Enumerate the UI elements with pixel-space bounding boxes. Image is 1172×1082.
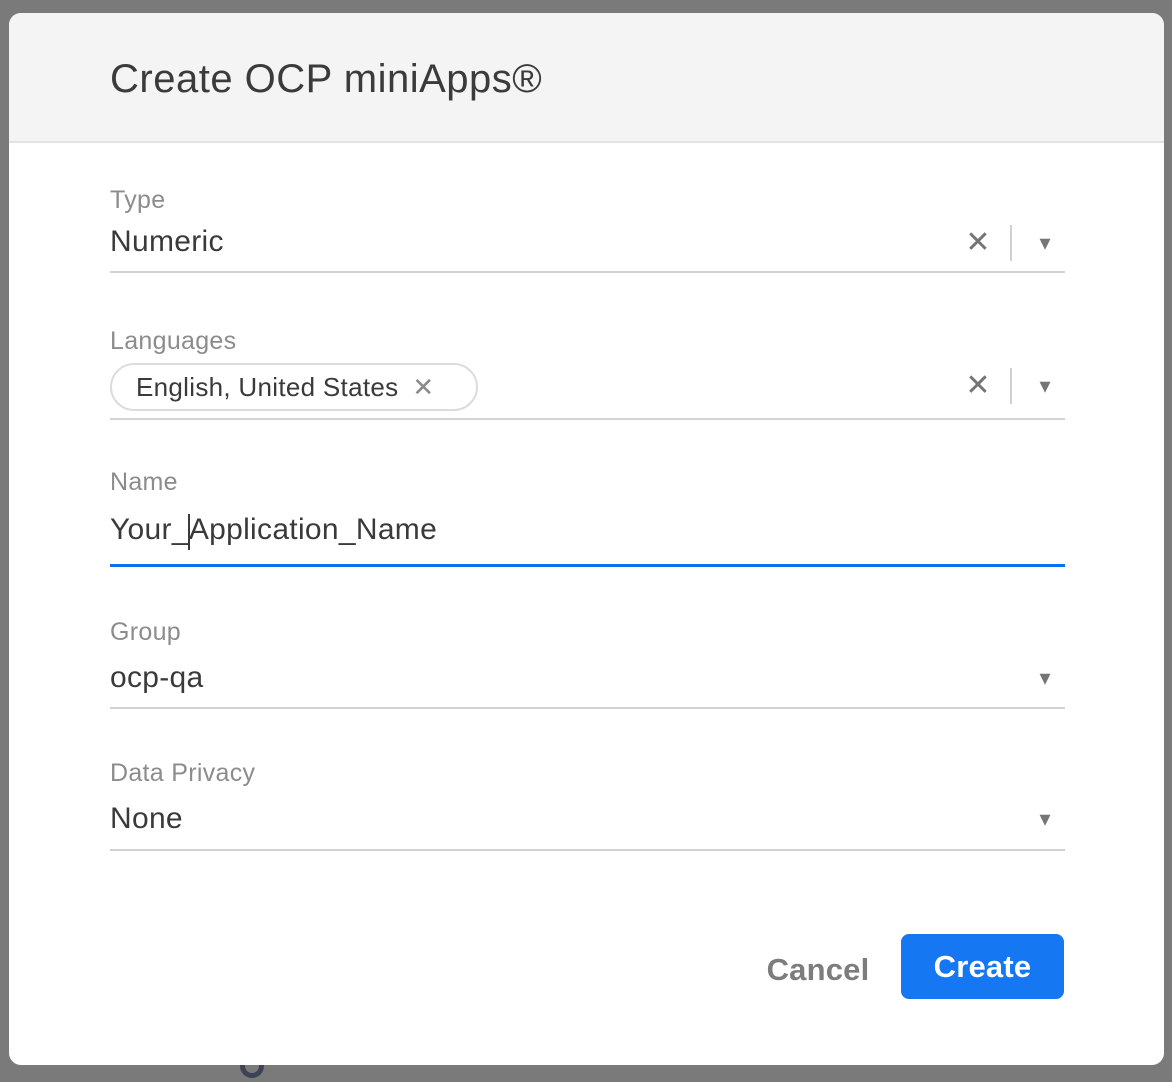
create-miniapp-dialog: Create OCP miniApps® Type Numeric ✕ ▾ La… xyxy=(9,13,1164,1065)
group-field-label: Group xyxy=(110,618,181,646)
languages-dropdown-arrow-icon[interactable]: ▾ xyxy=(1032,373,1058,399)
data-privacy-underline xyxy=(110,849,1065,851)
data-privacy-field-value[interactable]: None xyxy=(110,801,183,837)
data-privacy-dropdown-arrow-icon[interactable]: ▾ xyxy=(1032,806,1058,832)
language-chip-remove-icon[interactable]: ✕ xyxy=(412,374,434,400)
name-input-text-after-caret: Application_Name xyxy=(189,513,437,546)
language-chip-label: English, United States xyxy=(136,372,398,403)
type-field-value[interactable]: Numeric xyxy=(110,224,224,260)
data-privacy-field-label: Data Privacy xyxy=(110,759,255,787)
group-dropdown-arrow-icon[interactable]: ▾ xyxy=(1032,665,1058,691)
type-divider xyxy=(1010,225,1012,261)
languages-clear-icon[interactable]: ✕ xyxy=(964,372,992,400)
dialog-title: Create OCP miniApps® xyxy=(110,57,542,101)
name-input-text-before-caret: Your_ xyxy=(110,513,189,546)
language-chip[interactable]: English, United States ✕ xyxy=(110,363,478,411)
languages-divider xyxy=(1010,368,1012,404)
dialog-header: Create OCP miniApps® xyxy=(9,13,1164,143)
type-field-label: Type xyxy=(110,186,165,214)
create-button[interactable]: Create xyxy=(901,934,1064,999)
name-field-label: Name xyxy=(110,468,178,496)
group-field-value[interactable]: ocp-qa xyxy=(110,660,204,696)
text-caret xyxy=(188,514,190,550)
type-underline xyxy=(110,271,1065,273)
name-underline-focused xyxy=(110,564,1065,567)
cancel-button[interactable]: Cancel xyxy=(753,950,883,990)
group-underline xyxy=(110,707,1065,709)
languages-underline xyxy=(110,418,1065,420)
languages-field-label: Languages xyxy=(110,327,236,355)
type-dropdown-arrow-icon[interactable]: ▾ xyxy=(1032,230,1058,256)
name-input[interactable]: Your_Application_Name xyxy=(110,510,437,548)
type-clear-icon[interactable]: ✕ xyxy=(964,229,992,257)
